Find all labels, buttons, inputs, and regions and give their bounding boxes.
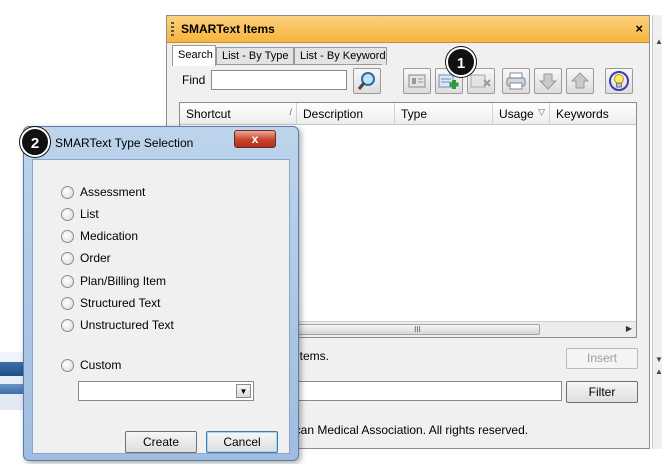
scroll-up-icon: ▲ — [655, 367, 662, 376]
chevron-down-icon[interactable]: ▼ — [236, 384, 251, 398]
radio-label: Structured Text — [80, 296, 161, 310]
radio-button[interactable] — [61, 207, 74, 221]
dialog-body: Assessment List Medication Order Plan/Bi… — [32, 159, 290, 454]
insert-button[interactable]: Insert — [566, 348, 638, 369]
lightbulb-icon — [609, 71, 629, 91]
column-label: Description — [303, 107, 364, 121]
grid-header: Shortcut / Description Type Usage ▽ Keyw… — [180, 103, 636, 125]
find-label: Find — [182, 73, 206, 87]
details-button[interactable] — [403, 68, 431, 94]
column-label: Keywords — [556, 107, 609, 121]
radio-custom[interactable]: Custom — [61, 357, 121, 373]
idea-button[interactable] — [605, 68, 633, 94]
scroll-down-icon: ▼ — [655, 355, 662, 364]
radio-button[interactable] — [61, 251, 74, 265]
move-down-icon — [538, 73, 558, 90]
tab-search[interactable]: Search — [172, 45, 216, 66]
radio-label: Medication — [80, 229, 139, 243]
radio-unstructured-text[interactable]: Unstructured Text — [61, 317, 174, 333]
tab-divider — [216, 64, 382, 65]
column-label: Shortcut — [186, 107, 231, 121]
radio-label: Custom — [80, 358, 122, 372]
adjacent-window-edge: ▲ ▼ ▲ — [652, 15, 662, 449]
radio-label: Assessment — [80, 185, 146, 199]
radio-order[interactable]: Order — [61, 250, 111, 266]
radio-medication[interactable]: Medication — [61, 228, 138, 244]
column-header-shortcut[interactable]: Shortcut / — [180, 103, 297, 125]
sort-descending-icon: ▽ — [538, 107, 545, 117]
radio-label: Plan/Billing Item — [80, 274, 167, 288]
create-button[interactable]: Create — [125, 431, 197, 453]
radio-plan-billing-item[interactable]: Plan/Billing Item — [61, 273, 166, 289]
radio-button[interactable] — [61, 274, 74, 288]
copyright-text: ican Medical Association. All rights res… — [292, 423, 529, 437]
radio-assessment[interactable]: Assessment — [61, 184, 145, 200]
radio-label: List — [80, 207, 99, 221]
column-header-description[interactable]: Description — [297, 103, 395, 125]
print-button[interactable] — [502, 68, 530, 94]
tab-list-by-keyword[interactable]: List - By Keyword — [294, 47, 387, 65]
radio-list[interactable]: List — [61, 206, 99, 222]
radio-label: Unstructured Text — [80, 318, 174, 332]
title-bar[interactable]: SMARText Items × — [167, 16, 649, 43]
scroll-right-icon[interactable]: ▶ — [626, 324, 632, 333]
resize-handle-icon: / — [289, 107, 292, 117]
magnifier-icon — [357, 72, 375, 90]
callout-1-badge: 1 — [446, 47, 476, 77]
column-header-usage[interactable]: Usage ▽ — [493, 103, 550, 125]
custom-type-dropdown[interactable]: ▼ — [78, 381, 254, 401]
radio-button[interactable] — [61, 185, 74, 199]
scroll-thumb[interactable]: III — [295, 324, 540, 335]
radio-button[interactable] — [61, 296, 74, 310]
radio-button[interactable] — [61, 229, 74, 243]
drag-grip-icon[interactable] — [171, 22, 174, 37]
move-up-icon — [570, 72, 590, 89]
close-button[interactable]: × — [635, 21, 643, 36]
move-up-button[interactable] — [566, 68, 594, 94]
radio-button[interactable] — [61, 318, 74, 332]
dialog-close-button[interactable]: x — [234, 130, 276, 148]
radio-structured-text[interactable]: Structured Text — [61, 295, 160, 311]
radio-label: Order — [80, 251, 111, 265]
tab-list-by-type[interactable]: List - By Type — [216, 47, 294, 65]
cancel-button[interactable]: Cancel — [206, 431, 278, 453]
radio-button[interactable] — [61, 358, 74, 372]
callout-2-badge: 2 — [20, 127, 50, 157]
column-label: Usage — [499, 107, 534, 121]
delete-item-icon — [470, 74, 491, 88]
scroll-up-icon: ▲ — [655, 37, 662, 46]
column-header-type[interactable]: Type — [395, 103, 493, 125]
type-selection-dialog: SMARText Type Selection x Assessment Lis… — [23, 126, 299, 461]
print-icon — [506, 72, 526, 90]
dialog-title: SMARText Type Selection — [55, 136, 194, 150]
column-header-keywords[interactable]: Keywords — [550, 103, 638, 125]
filter-input[interactable] — [297, 381, 562, 401]
move-down-button[interactable] — [534, 68, 562, 94]
details-icon — [408, 74, 426, 88]
window-title: SMARText Items — [181, 22, 275, 36]
filter-button[interactable]: Filter — [566, 381, 638, 403]
search-button[interactable] — [353, 68, 381, 94]
column-label: Type — [401, 107, 428, 121]
find-input[interactable] — [211, 70, 347, 90]
